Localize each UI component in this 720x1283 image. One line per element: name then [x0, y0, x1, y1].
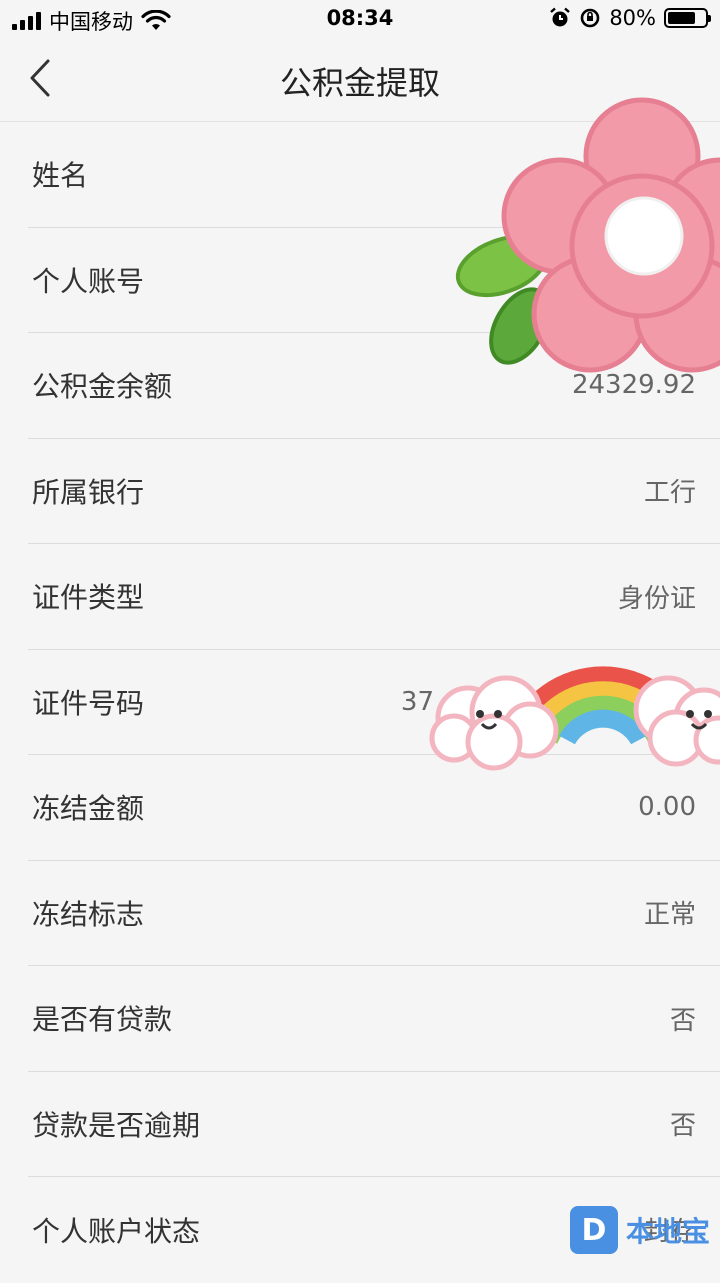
row-balance: 公积金余额 24329.92: [28, 333, 720, 439]
alarm-icon: [550, 7, 571, 27]
row-value: 工行: [643, 478, 696, 509]
watermark-text: 本地宝: [626, 1215, 711, 1248]
row-frozen-amount: 冻结金额 0.00: [28, 755, 720, 861]
row-value: 身份证: [617, 583, 696, 614]
row-label: 个人账户状态: [32, 1214, 201, 1248]
row-value: 0.00: [638, 792, 696, 823]
nav-bar: 公积金提取: [0, 38, 720, 122]
row-label: 是否有贷款: [32, 1003, 173, 1037]
row-label: 姓名: [32, 159, 89, 193]
row-value: 否: [669, 1111, 696, 1142]
row-label: 个人账号: [32, 264, 145, 298]
row-label: 贷款是否逾期: [32, 1108, 201, 1142]
status-bar: 中国移动 08:34 80%: [0, 0, 720, 38]
row-label: 冻结标志: [32, 897, 145, 931]
row-bank: 所属银行 工行: [28, 439, 720, 544]
row-account: 个人账号: [28, 228, 720, 333]
row-value: 24329.92: [571, 370, 696, 401]
row-label: 证件号码: [32, 686, 145, 720]
battery-percent: 80%: [609, 6, 656, 30]
row-label: 证件类型: [32, 581, 145, 615]
row-name: 姓名: [28, 122, 720, 228]
info-list: 姓名 个人账号 公积金余额 24329.92 所属银行 工行 证件类型 身份证 …: [0, 122, 720, 1283]
page-title: 公积金提取: [279, 64, 440, 102]
battery-icon: [664, 8, 711, 28]
row-label: 所属银行: [32, 475, 145, 509]
status-right: 80%: [549, 6, 711, 30]
row-frozen-flag: 冻结标志 正常: [28, 861, 720, 966]
watermark-logo-icon: D: [570, 1206, 618, 1254]
row-has-loan: 是否有贷款 否: [28, 966, 720, 1072]
row-label: 冻结金额: [32, 792, 145, 826]
rotation-lock-icon: [581, 8, 600, 28]
row-label: 公积金余额: [32, 370, 173, 404]
row-value: 37: [400, 686, 434, 717]
row-id-number: 证件号码 37: [28, 650, 720, 755]
watermark: D 本地宝: [570, 1206, 710, 1254]
row-loan-overdue: 贷款是否逾期 否: [28, 1072, 720, 1177]
row-id-type: 证件类型 身份证: [28, 544, 720, 650]
row-value: 否: [669, 1005, 696, 1036]
row-value: 正常: [643, 900, 696, 931]
